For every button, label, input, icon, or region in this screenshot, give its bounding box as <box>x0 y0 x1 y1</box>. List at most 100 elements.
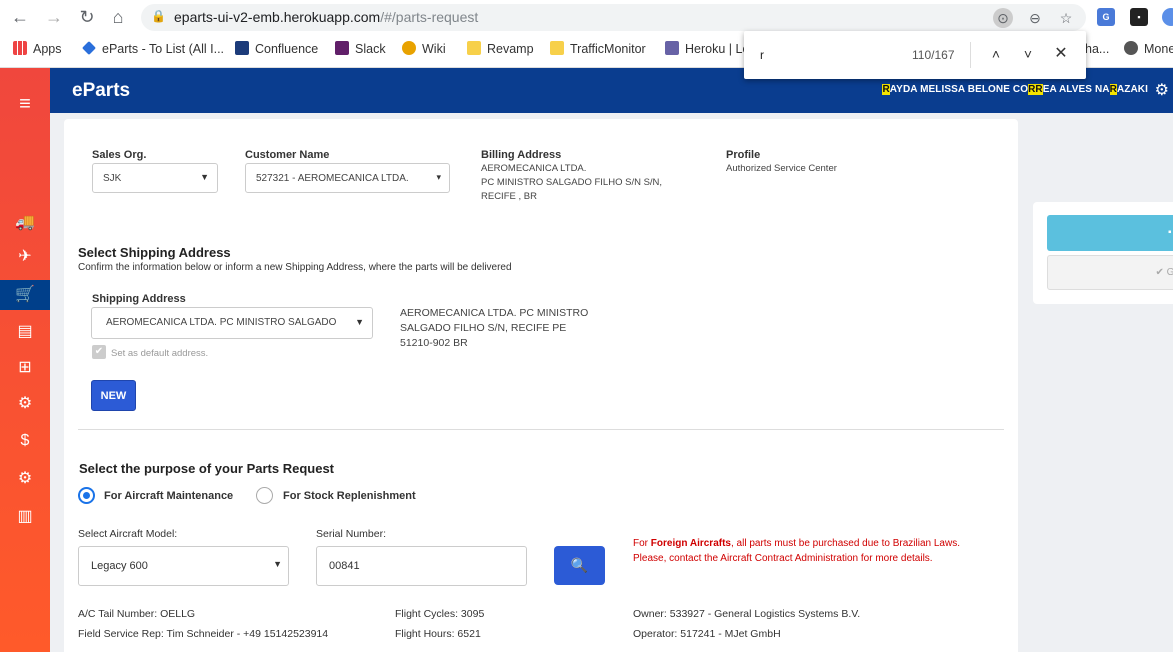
caret-down-icon: ▼ <box>273 559 282 569</box>
eparts-bookmark-icon <box>82 41 96 55</box>
search-button[interactable]: 🔍 <box>554 546 605 585</box>
find-bar: r 110/167 ˄ ˅ ✕ <box>744 31 1086 79</box>
close-icon[interactable]: ✕ <box>1051 44 1071 64</box>
extension-icon[interactable]: ▪ <box>1130 8 1148 26</box>
caret-down-icon: ▾ <box>436 172 441 182</box>
slack-icon <box>335 41 349 55</box>
user-name[interactable]: RAYDA MELISSA BELONE CORREA ALVES NARAZA… <box>882 84 1148 95</box>
forward-icon[interactable]: → <box>43 6 65 28</box>
cart-icon[interactable]: 🛒 <box>0 280 50 310</box>
bookmark-revamp[interactable]: Revamp <box>467 38 534 60</box>
settings-icon[interactable]: ⚙ <box>0 464 50 494</box>
stock-replenishment-label[interactable]: For Stock Replenishment <box>283 490 416 502</box>
browser-toolbar: ← → ↻ ⌂ 🔒 eparts-ui-v2-emb.herokuapp.com… <box>0 0 1173 35</box>
foreign-aircraft-warning: For Foreign Aircrafts, all parts must be… <box>633 538 960 564</box>
translate-extension-icon[interactable]: G <box>1097 8 1115 26</box>
shipping-address-line: SALGADO FILHO S/N, RECIFE PE <box>400 322 567 334</box>
cogs-icon[interactable]: ⚙ <box>0 389 50 419</box>
home-icon[interactable]: ⌂ <box>107 6 129 28</box>
field-service-rep: Field Service Rep: Tim Schneider - +49 1… <box>78 628 329 640</box>
go-button[interactable]: ✔ Go <box>1047 255 1173 290</box>
apps-icon <box>13 41 27 55</box>
bookmark-trafficmonitor[interactable]: TrafficMonitor <box>550 38 646 60</box>
billing-address-line: RECIFE , BR <box>481 191 537 202</box>
caret-down-icon: ▼ <box>200 172 209 182</box>
aircraft-maintenance-label[interactable]: For Aircraft Maintenance <box>104 490 233 502</box>
new-address-button[interactable]: NEW <box>91 380 136 411</box>
brand-logo[interactable]: eParts <box>72 80 130 102</box>
confluence-icon <box>235 41 249 55</box>
aircraft-model-select[interactable]: Legacy 600 ▼ <box>78 546 289 586</box>
menu-icon[interactable]: ≡ <box>0 89 50 119</box>
package-icon[interactable]: ⊞ <box>0 353 50 383</box>
dollar-icon[interactable]: $ <box>0 426 50 456</box>
flight-hours: Flight Hours: 6521 <box>395 628 481 640</box>
bookmark-ha[interactable]: ha... <box>1085 38 1109 60</box>
zoom-icon[interactable]: ⊖ <box>1025 8 1045 28</box>
shipping-address-label: Shipping Address <box>92 293 186 305</box>
folder-icon <box>550 41 564 55</box>
address-bar[interactable]: 🔒 eparts-ui-v2-emb.herokuapp.com/#/parts… <box>141 4 1086 31</box>
aircraft-maintenance-radio[interactable] <box>78 487 95 504</box>
bookmark-heroku[interactable]: Heroku | Lo <box>665 38 749 60</box>
chevron-down-icon[interactable]: ˅ <box>1018 44 1038 64</box>
customer-name-label: Customer Name <box>245 149 330 161</box>
star-icon[interactable]: ☆ <box>1056 8 1076 28</box>
purpose-section-title: Select the purpose of your Parts Request <box>79 461 335 476</box>
find-icon[interactable]: ⊙ <box>993 8 1013 28</box>
plane-icon[interactable]: ✈ <box>0 242 50 272</box>
save-icon: ▪ <box>1168 227 1172 238</box>
shipping-address-line: 51210-902 BR <box>400 337 468 349</box>
truck-icon[interactable]: 🚚 <box>0 208 50 238</box>
customer-name-select[interactable]: 527321 - AEROMECANICA LTDA. ▾ <box>245 163 450 193</box>
wiki-icon <box>402 41 416 55</box>
shipping-section-title: Select Shipping Address <box>78 245 231 260</box>
bookmark-wiki[interactable]: Wiki <box>402 38 446 60</box>
shipping-section-subtitle: Confirm the information below or inform … <box>78 262 512 273</box>
globe-icon <box>1124 41 1138 55</box>
serial-number-label: Serial Number: <box>316 528 387 540</box>
chart-icon[interactable]: ▥ <box>0 502 50 532</box>
url-text: eparts-ui-v2-emb.herokuapp.com/#/parts-r… <box>174 9 479 25</box>
search-icon: 🔍 <box>570 557 589 573</box>
stock-replenishment-radio[interactable] <box>256 487 273 504</box>
bookmark-eparts[interactable]: eParts - To List (All I... <box>82 38 224 60</box>
bookmark-slack[interactable]: Slack <box>335 38 386 60</box>
billing-address-line: PC MINISTRO SALGADO FILHO S/N S/N, <box>481 177 663 188</box>
billing-address-label: Billing Address <box>481 149 562 161</box>
sales-org-label: Sales Org. <box>92 149 147 161</box>
extension-icon-2[interactable] <box>1162 8 1173 26</box>
default-address-checkbox[interactable]: ✔ <box>92 345 106 359</box>
bookmark-mone[interactable]: Mone <box>1124 38 1173 60</box>
caret-down-icon: ▼ <box>352 317 364 327</box>
sidebar: ≡ 🚚 ✈ 🛒 ▤ ⊞ ⚙ $ ⚙ ▥ <box>0 68 50 652</box>
lock-icon: 🔒 <box>151 9 166 23</box>
main-content: Sales Org. SJK ▼ Customer Name 527321 - A… <box>50 113 1173 659</box>
find-count: 110/167 <box>912 48 955 62</box>
serial-number-input[interactable]: 00841 <box>316 546 527 586</box>
save-button[interactable]: ▪ S <box>1047 215 1173 251</box>
profile-label: Profile <box>726 149 761 161</box>
chevron-up-icon[interactable]: ˄ <box>986 44 1006 64</box>
operator: Operator: 517241 - MJet GmbH <box>633 628 781 640</box>
section-divider <box>78 429 1004 430</box>
bookmark-apps[interactable]: Apps <box>13 38 62 60</box>
find-input[interactable]: r <box>760 48 764 62</box>
sales-org-select[interactable]: SJK ▼ <box>92 163 218 193</box>
back-icon[interactable]: ← <box>9 6 31 28</box>
shipping-address-line: AEROMECANICA LTDA. PC MINISTRO <box>400 307 589 319</box>
flight-cycles: Flight Cycles: 3095 <box>395 608 485 620</box>
aircraft-model-label: Select Aircraft Model: <box>78 528 178 540</box>
reload-icon[interactable]: ↻ <box>76 6 98 28</box>
document-icon[interactable]: ▤ <box>0 317 50 347</box>
gear-icon[interactable]: ⚙ <box>1155 80 1169 100</box>
parts-request-card: Sales Org. SJK ▼ Customer Name 527321 - A… <box>64 119 1018 659</box>
heroku-icon <box>665 41 679 55</box>
tail-number: A/C Tail Number: OELLG <box>78 608 196 620</box>
profile-value: Authorized Service Center <box>726 163 837 174</box>
folder-icon <box>467 41 481 55</box>
bookmark-confluence[interactable]: Confluence <box>235 38 318 60</box>
shipping-address-select[interactable]: AEROMECANICA LTDA. PC MINISTRO SALGADO ▼ <box>91 307 373 339</box>
owner: Owner: 533927 - General Logistics System… <box>633 608 861 620</box>
find-divider <box>970 42 971 68</box>
